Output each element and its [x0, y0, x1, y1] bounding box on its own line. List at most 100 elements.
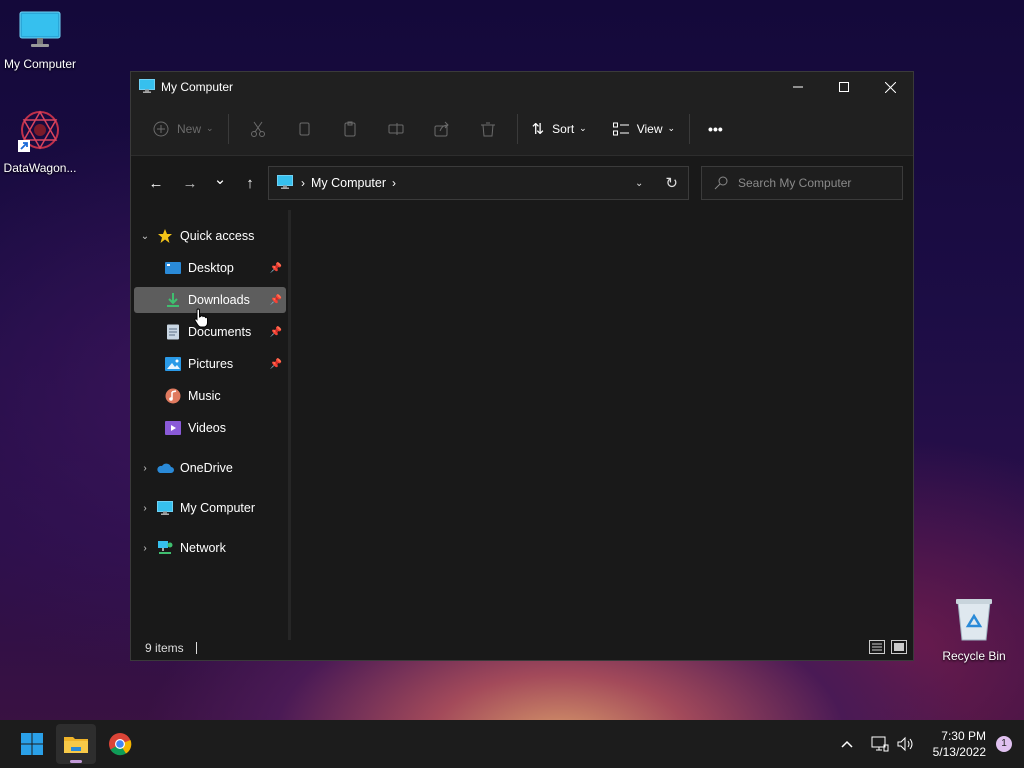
status-bar: 9 items [131, 636, 913, 660]
command-bar: New ⌄ ⇅ Sort ⌄ View ⌄ ••• [131, 102, 913, 156]
sidebar-item-label: Desktop [188, 261, 234, 275]
forward-button[interactable]: → [175, 168, 205, 198]
chevron-down-icon[interactable]: ⌄ [134, 231, 156, 242]
sidebar-item-pictures[interactable]: Pictures 📌 [134, 351, 286, 377]
delete-icon [480, 122, 495, 136]
desktop-icon-label: Recycle Bin [942, 649, 1006, 663]
sidebar-item-label: Network [180, 541, 226, 555]
refresh-icon[interactable]: ↻ [665, 174, 678, 192]
sidebar-item-quick-access[interactable]: ⌄ Quick access [134, 223, 286, 249]
chevron-right-icon[interactable]: › [134, 503, 156, 514]
new-button[interactable]: New ⌄ [145, 113, 222, 145]
clock[interactable]: 7:30 PM 5/13/2022 [933, 728, 986, 760]
large-icons-view-button[interactable] [891, 639, 907, 657]
paste-icon [344, 121, 356, 136]
sort-label: Sort [552, 121, 575, 136]
rename-button[interactable] [380, 113, 412, 145]
volume-button[interactable] [894, 732, 918, 756]
recycle-bin-icon [934, 596, 1014, 645]
close-button[interactable] [867, 72, 913, 102]
recent-locations-button[interactable]: ⌄ [205, 168, 235, 198]
network-status-button[interactable] [868, 732, 892, 756]
breadcrumb-separator[interactable]: › [392, 176, 396, 190]
desktop-icon-my-computer[interactable]: My Computer [0, 10, 80, 71]
address-dropdown-icon[interactable]: ⌄ [635, 178, 643, 189]
network-status-icon [871, 736, 889, 752]
delete-button[interactable] [472, 113, 504, 145]
cut-icon [250, 121, 265, 137]
music-folder-icon [164, 388, 182, 404]
show-hidden-icons-button[interactable] [835, 732, 859, 756]
videos-folder-icon [164, 420, 182, 436]
sidebar-item-videos[interactable]: Videos [134, 415, 286, 441]
search-input[interactable] [738, 176, 898, 190]
details-view-icon [869, 639, 885, 654]
downloads-folder-icon [164, 292, 182, 308]
pane-splitter[interactable] [288, 210, 291, 640]
desktop-icon-recycle-bin[interactable]: Recycle Bin [934, 596, 1014, 663]
sidebar-item-label: OneDrive [180, 461, 233, 475]
sidebar-item-desktop[interactable]: Desktop 📌 [134, 255, 286, 281]
view-list-icon [612, 122, 629, 135]
documents-folder-icon [164, 324, 182, 340]
minimize-button[interactable] [775, 72, 821, 102]
datawagon-app-icon [0, 108, 80, 157]
up-button[interactable]: ↑ [235, 168, 265, 198]
cut-button[interactable] [242, 113, 274, 145]
pin-icon: 📌 [269, 358, 282, 370]
taskbar-file-explorer[interactable] [56, 724, 96, 764]
details-view-button[interactable] [869, 639, 885, 657]
minimize-icon [793, 86, 803, 88]
close-icon [884, 81, 896, 93]
divider [227, 113, 229, 144]
address-bar[interactable]: › My Computer › ⌄ ↻ [268, 166, 689, 200]
sidebar-item-my-computer[interactable]: › My Computer [134, 495, 286, 521]
pin-icon: 📌 [269, 326, 282, 338]
breadcrumb-separator[interactable]: › [301, 176, 305, 190]
desktop-icon-datawagon[interactable]: DataWagon... [0, 108, 80, 175]
chevron-right-icon[interactable]: › [134, 543, 156, 554]
maximize-icon [839, 82, 849, 92]
copy-button[interactable] [288, 113, 320, 145]
view-button[interactable]: View ⌄ [605, 113, 683, 145]
sidebar-item-label: My Computer [180, 501, 256, 515]
breadcrumb-my-computer[interactable]: My Computer [311, 176, 386, 190]
sidebar-item-label: Pictures [188, 357, 234, 371]
maximize-button[interactable] [821, 72, 867, 102]
sidebar-item-onedrive[interactable]: › OneDrive [134, 455, 286, 481]
desktop-folder-icon [164, 260, 182, 276]
item-count: 9 items [145, 641, 184, 655]
start-button[interactable] [12, 724, 52, 764]
rename-icon [388, 122, 404, 135]
share-button[interactable] [426, 113, 458, 145]
sidebar-item-label: Downloads [188, 293, 250, 307]
new-label: New [177, 121, 202, 136]
monitor-icon [156, 500, 174, 516]
divider [689, 113, 691, 144]
more-options-button[interactable]: ••• [700, 113, 731, 145]
window-title: My Computer [161, 80, 234, 94]
chevron-down-icon: ⌄ [213, 171, 227, 188]
sidebar-item-music[interactable]: Music [134, 383, 286, 409]
sidebar-item-downloads[interactable]: Downloads 📌 [134, 287, 286, 313]
back-button[interactable]: ← [141, 168, 171, 198]
paste-button[interactable] [334, 113, 366, 145]
sort-icon: ⇅ [531, 120, 545, 138]
sort-button[interactable]: ⇅ Sort ⌄ [524, 113, 595, 145]
copy-icon [299, 122, 310, 135]
file-explorer-window: My Computer New ⌄ ⇅ Sort ⌄ View ⌄ ••• ← … [130, 71, 914, 661]
sidebar-item-label: Videos [188, 421, 226, 435]
taskbar-chrome[interactable] [100, 724, 140, 764]
chrome-icon [109, 733, 132, 756]
notification-badge[interactable]: 1 [996, 736, 1012, 752]
sidebar-item-documents[interactable]: Documents 📌 [134, 319, 286, 345]
chevron-down-icon: ⌄ [579, 123, 587, 133]
desktop-icon-label: My Computer [3, 57, 77, 71]
title-bar[interactable]: My Computer [131, 72, 913, 102]
chevron-down-icon: ⌄ [667, 123, 676, 133]
search-box[interactable] [701, 166, 903, 200]
divider [516, 113, 518, 144]
sidebar-item-network[interactable]: › Network [134, 535, 286, 561]
chevron-right-icon[interactable]: › [134, 463, 156, 474]
search-icon [714, 176, 728, 190]
